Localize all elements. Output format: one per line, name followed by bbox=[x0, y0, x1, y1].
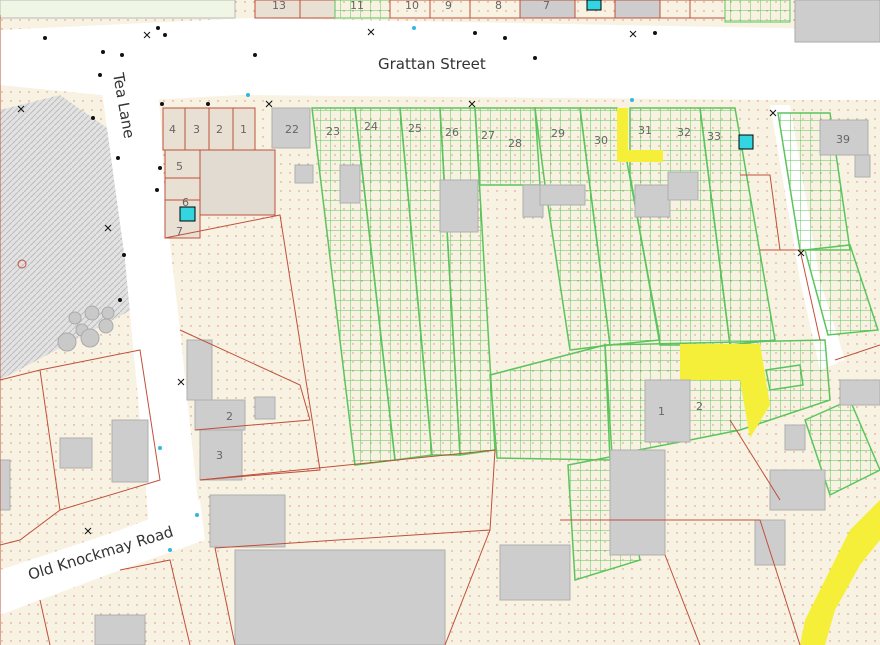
map-canvas[interactable]: 13 11 10 9 8 7 Grattan Street Tea Lane O… bbox=[0, 0, 880, 645]
street-label-grattan: Grattan Street bbox=[378, 55, 486, 73]
plot-label: 25 bbox=[408, 122, 422, 135]
plot-label: 7 bbox=[176, 225, 183, 238]
plot-label: 5 bbox=[176, 160, 183, 173]
plot-label: 8 bbox=[495, 0, 502, 12]
plot-label: 3 bbox=[193, 123, 200, 136]
plot-label: 26 bbox=[445, 126, 459, 139]
plot-label: 11 bbox=[350, 0, 364, 12]
marker-square-lane bbox=[179, 206, 196, 222]
plot-label: 24 bbox=[364, 120, 378, 133]
plot-label: 22 bbox=[285, 123, 299, 136]
plot-label: 6 bbox=[182, 196, 189, 209]
plot-label: 31 bbox=[638, 124, 652, 137]
plot-label: 2 bbox=[226, 410, 233, 423]
plot-label: 28 bbox=[508, 137, 522, 150]
marker-square-right bbox=[738, 134, 754, 150]
plot-label: 9 bbox=[445, 0, 452, 12]
plot-label: 27 bbox=[481, 129, 495, 142]
plot-label: 1 bbox=[658, 405, 665, 418]
plot-label: 2 bbox=[216, 123, 223, 136]
plot-label: 13 bbox=[272, 0, 286, 12]
plot-label: 39 bbox=[836, 133, 850, 146]
plot-label: 7 bbox=[543, 0, 550, 12]
plot-label: 32 bbox=[677, 126, 691, 139]
plot-label: 29 bbox=[551, 127, 565, 140]
plot-label: 33 bbox=[707, 130, 721, 143]
plot-label: 4 bbox=[169, 123, 176, 136]
plot-label: 10 bbox=[405, 0, 419, 12]
plot-label: 3 bbox=[216, 449, 223, 462]
marker-square-top bbox=[586, 0, 602, 11]
plot-label: 23 bbox=[326, 125, 340, 138]
plot-label: 2 bbox=[696, 400, 703, 413]
plot-label: 1 bbox=[240, 123, 247, 136]
plot-label: 30 bbox=[594, 134, 608, 147]
